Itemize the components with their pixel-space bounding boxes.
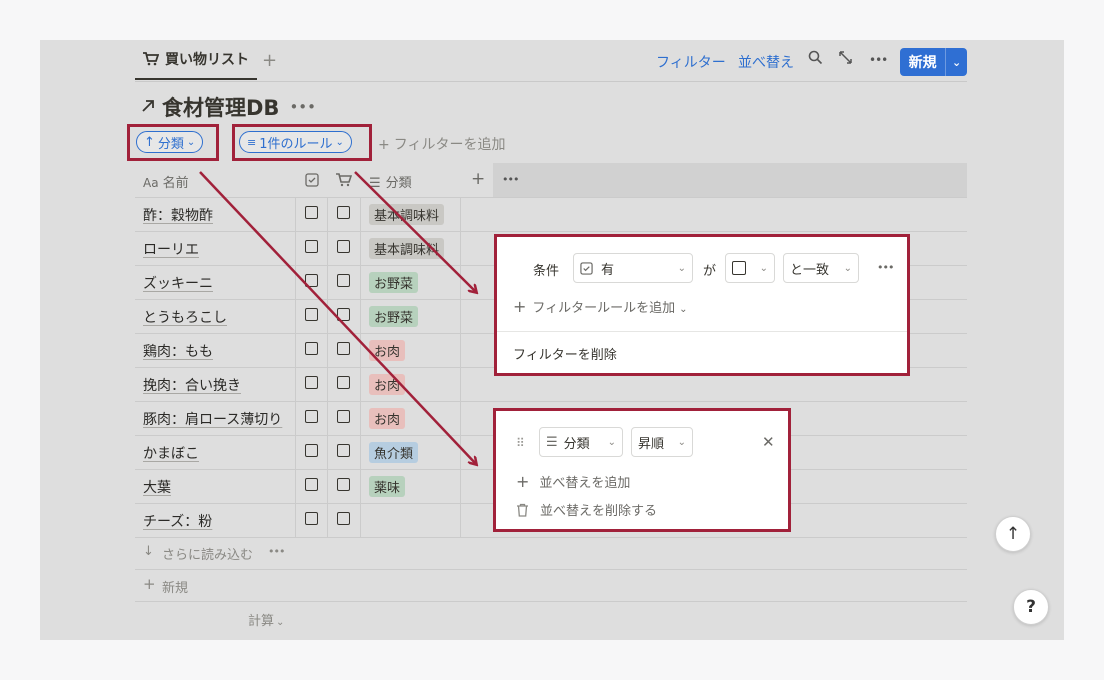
empty-checkbox-icon bbox=[732, 261, 746, 275]
arrow-up-icon: ↑ bbox=[1005, 524, 1021, 544]
help-icon: ? bbox=[1026, 597, 1036, 617]
close-icon[interactable]: ✕ bbox=[762, 433, 775, 451]
filter-operator-select[interactable]: と一致 ⌄ bbox=[783, 253, 859, 283]
filter-property-label: 有 bbox=[601, 262, 615, 278]
add-sort-label: 並べ替えを追加 bbox=[539, 476, 631, 491]
scroll-up-button[interactable]: ↑ bbox=[995, 516, 1031, 552]
arrow-to-filter-popup bbox=[354, 171, 476, 292]
sort-property-label: 分類 bbox=[563, 436, 590, 452]
plus-icon: + bbox=[516, 472, 530, 491]
checkbox-icon bbox=[580, 261, 593, 275]
help-button[interactable]: ? bbox=[1013, 589, 1049, 625]
divider bbox=[497, 331, 907, 332]
filter-property-select[interactable]: 有 ⌄ bbox=[573, 253, 693, 283]
filter-rule-more-icon[interactable]: ••• bbox=[877, 261, 894, 274]
list-icon: ☰ bbox=[546, 434, 558, 450]
trash-icon bbox=[517, 503, 528, 517]
sort-popup: ⠿ ☰ 分類 ⌄ 昇順 ⌄ ✕ + 並べ替えを追加 並べ替えを削除する bbox=[493, 408, 791, 532]
chevron-down-icon: ⌄ bbox=[677, 262, 686, 274]
drag-handle-icon[interactable]: ⠿ bbox=[516, 436, 525, 450]
filter-popup: 条件 有 ⌄ が ⌄ と一致 ⌄ ••• + フィルタールールを追加 ⌄ フィルター… bbox=[494, 234, 910, 376]
filter-operator-label: と一致 bbox=[790, 262, 830, 278]
chevron-down-icon: ⌄ bbox=[679, 304, 688, 315]
delete-sort-button[interactable]: 並べ替えを削除する bbox=[516, 500, 657, 519]
chevron-down-icon: ⌄ bbox=[759, 262, 768, 274]
chevron-down-icon: ⌄ bbox=[843, 262, 852, 274]
add-sort-button[interactable]: + 並べ替えを追加 bbox=[516, 472, 630, 491]
delete-filter-button[interactable]: フィルターを削除 bbox=[513, 344, 617, 363]
add-filter-rule-label: フィルタールールを追加 bbox=[532, 301, 676, 316]
ga-label: が bbox=[703, 264, 717, 279]
filter-value-select[interactable]: ⌄ bbox=[725, 253, 775, 283]
arrow-to-sort-popup bbox=[199, 171, 476, 464]
notion-database-view: 買い物リスト + フィルター 並べ替え ••• 新規 ⌄ 食材管理DB ••• … bbox=[40, 40, 1064, 640]
plus-icon: + bbox=[513, 297, 527, 316]
add-filter-rule-button[interactable]: + フィルタールールを追加 ⌄ bbox=[513, 297, 688, 316]
chevron-down-icon: ⌄ bbox=[677, 436, 686, 448]
sort-order-label: 昇順 bbox=[638, 436, 665, 452]
chevron-down-icon: ⌄ bbox=[607, 436, 616, 448]
sort-property-select[interactable]: ☰ 分類 ⌄ bbox=[539, 427, 623, 457]
sort-order-select[interactable]: 昇順 ⌄ bbox=[631, 427, 693, 457]
delete-sort-label: 並べ替えを削除する bbox=[540, 504, 658, 519]
condition-label: 条件 bbox=[533, 264, 560, 279]
